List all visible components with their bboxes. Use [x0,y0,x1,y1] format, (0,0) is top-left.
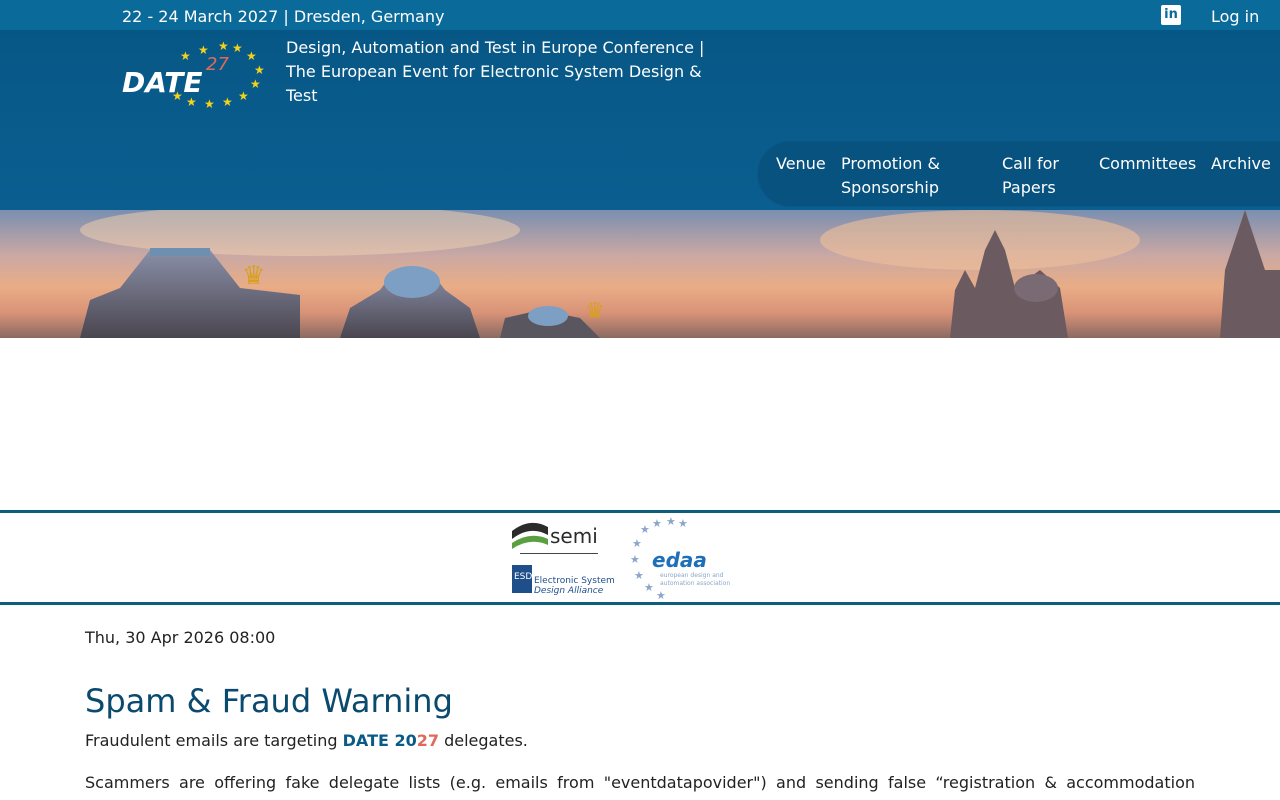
linkedin-icon[interactable]: in [1161,5,1181,25]
nav-item-archive[interactable]: Archive [1211,152,1271,176]
svg-text:★: ★ [218,39,229,53]
svg-text:★: ★ [250,77,261,91]
intro-before: Fraudulent emails are targeting [85,731,343,750]
login-link[interactable]: Log in [1211,7,1259,26]
article-intro: Fraudulent emails are targeting DATE 202… [85,731,528,750]
svg-text:★: ★ [204,97,215,111]
svg-text:★: ★ [232,41,243,55]
event-date-location: 22 - 24 March 2027 | Dresden, Germany [122,7,445,26]
skyline-image: ♛ ♛ [80,210,1280,338]
site-header: ★ ★ ★ ★ ★ ★ ★ ★ ★ ★ ★ ★ DATE 27 Design, … [0,30,1280,210]
intro-date: DATE 20 [342,731,417,750]
semi-logo[interactable]: semi [512,522,598,554]
sponsor-strip: semi ESDA Electronic System Design Allia… [0,510,1280,605]
svg-text:★: ★ [634,569,644,582]
svg-text:★: ★ [656,589,666,602]
edaa-sub2: automation association [660,580,730,587]
main-nav: Venue Promotion & Sponsorship Call for P… [758,142,1280,206]
nav-item-venue[interactable]: Venue [776,152,826,176]
article-title: Spam & Fraud Warning [85,682,453,720]
svg-text:★: ★ [632,537,642,550]
esda-line2: Design Alliance [534,586,604,596]
hero-banner: ♛ ♛ [0,210,1280,338]
intro-year: 27 [416,731,440,750]
intro-after: delegates. [439,731,528,750]
svg-text:★: ★ [630,553,640,566]
edaa-logo[interactable]: ★ ★ ★ ★★★ ★★★ edaa european design and aut… [630,515,730,602]
svg-text:★: ★ [666,515,676,528]
post-date: Thu, 30 Apr 2026 08:00 [85,628,276,647]
date-logo[interactable]: ★ ★ ★ ★ ★ ★ ★ ★ ★ ★ ★ ★ DATE 27 [118,36,268,116]
article: Thu, 30 Apr 2026 08:00 Spam & Fraud Warn… [85,628,1195,800]
site-tagline: Design, Automation and Test in Europe Co… [286,38,705,105]
nav-item-call-for-papers[interactable]: Call for Papers [1002,152,1078,200]
svg-text:★: ★ [640,523,650,536]
sponsor-logos: semi ESDA Electronic System Design Allia… [512,515,730,602]
logo-text: DATE [122,66,202,99]
svg-text:★: ★ [222,95,233,109]
esda-line1: Electronic System [534,576,615,586]
nav-item-promotion-sponsorship[interactable]: Promotion & Sponsorship [841,152,961,200]
svg-text:★: ★ [644,581,654,594]
svg-text:★: ★ [652,517,662,530]
svg-text:★: ★ [238,89,249,103]
logo-year: 27 [206,54,229,75]
svg-text:♛: ♛ [242,261,265,291]
edaa-text: edaa [652,548,707,572]
svg-text:♛: ♛ [585,299,605,324]
top-bar: 22 - 24 March 2027 | Dresden, Germany in… [0,0,1280,30]
svg-text:★: ★ [254,63,265,77]
svg-text:★: ★ [180,49,191,63]
svg-text:★: ★ [246,49,257,63]
semi-text: semi [550,524,598,548]
svg-text:★: ★ [678,517,688,530]
article-body: Scammers are offering fake delegate list… [85,773,1195,800]
nav-item-committees[interactable]: Committees [1099,152,1196,176]
esda-logo[interactable]: ESDA Electronic System Design Alliance [512,565,615,596]
edaa-sub1: european design and [660,572,724,579]
